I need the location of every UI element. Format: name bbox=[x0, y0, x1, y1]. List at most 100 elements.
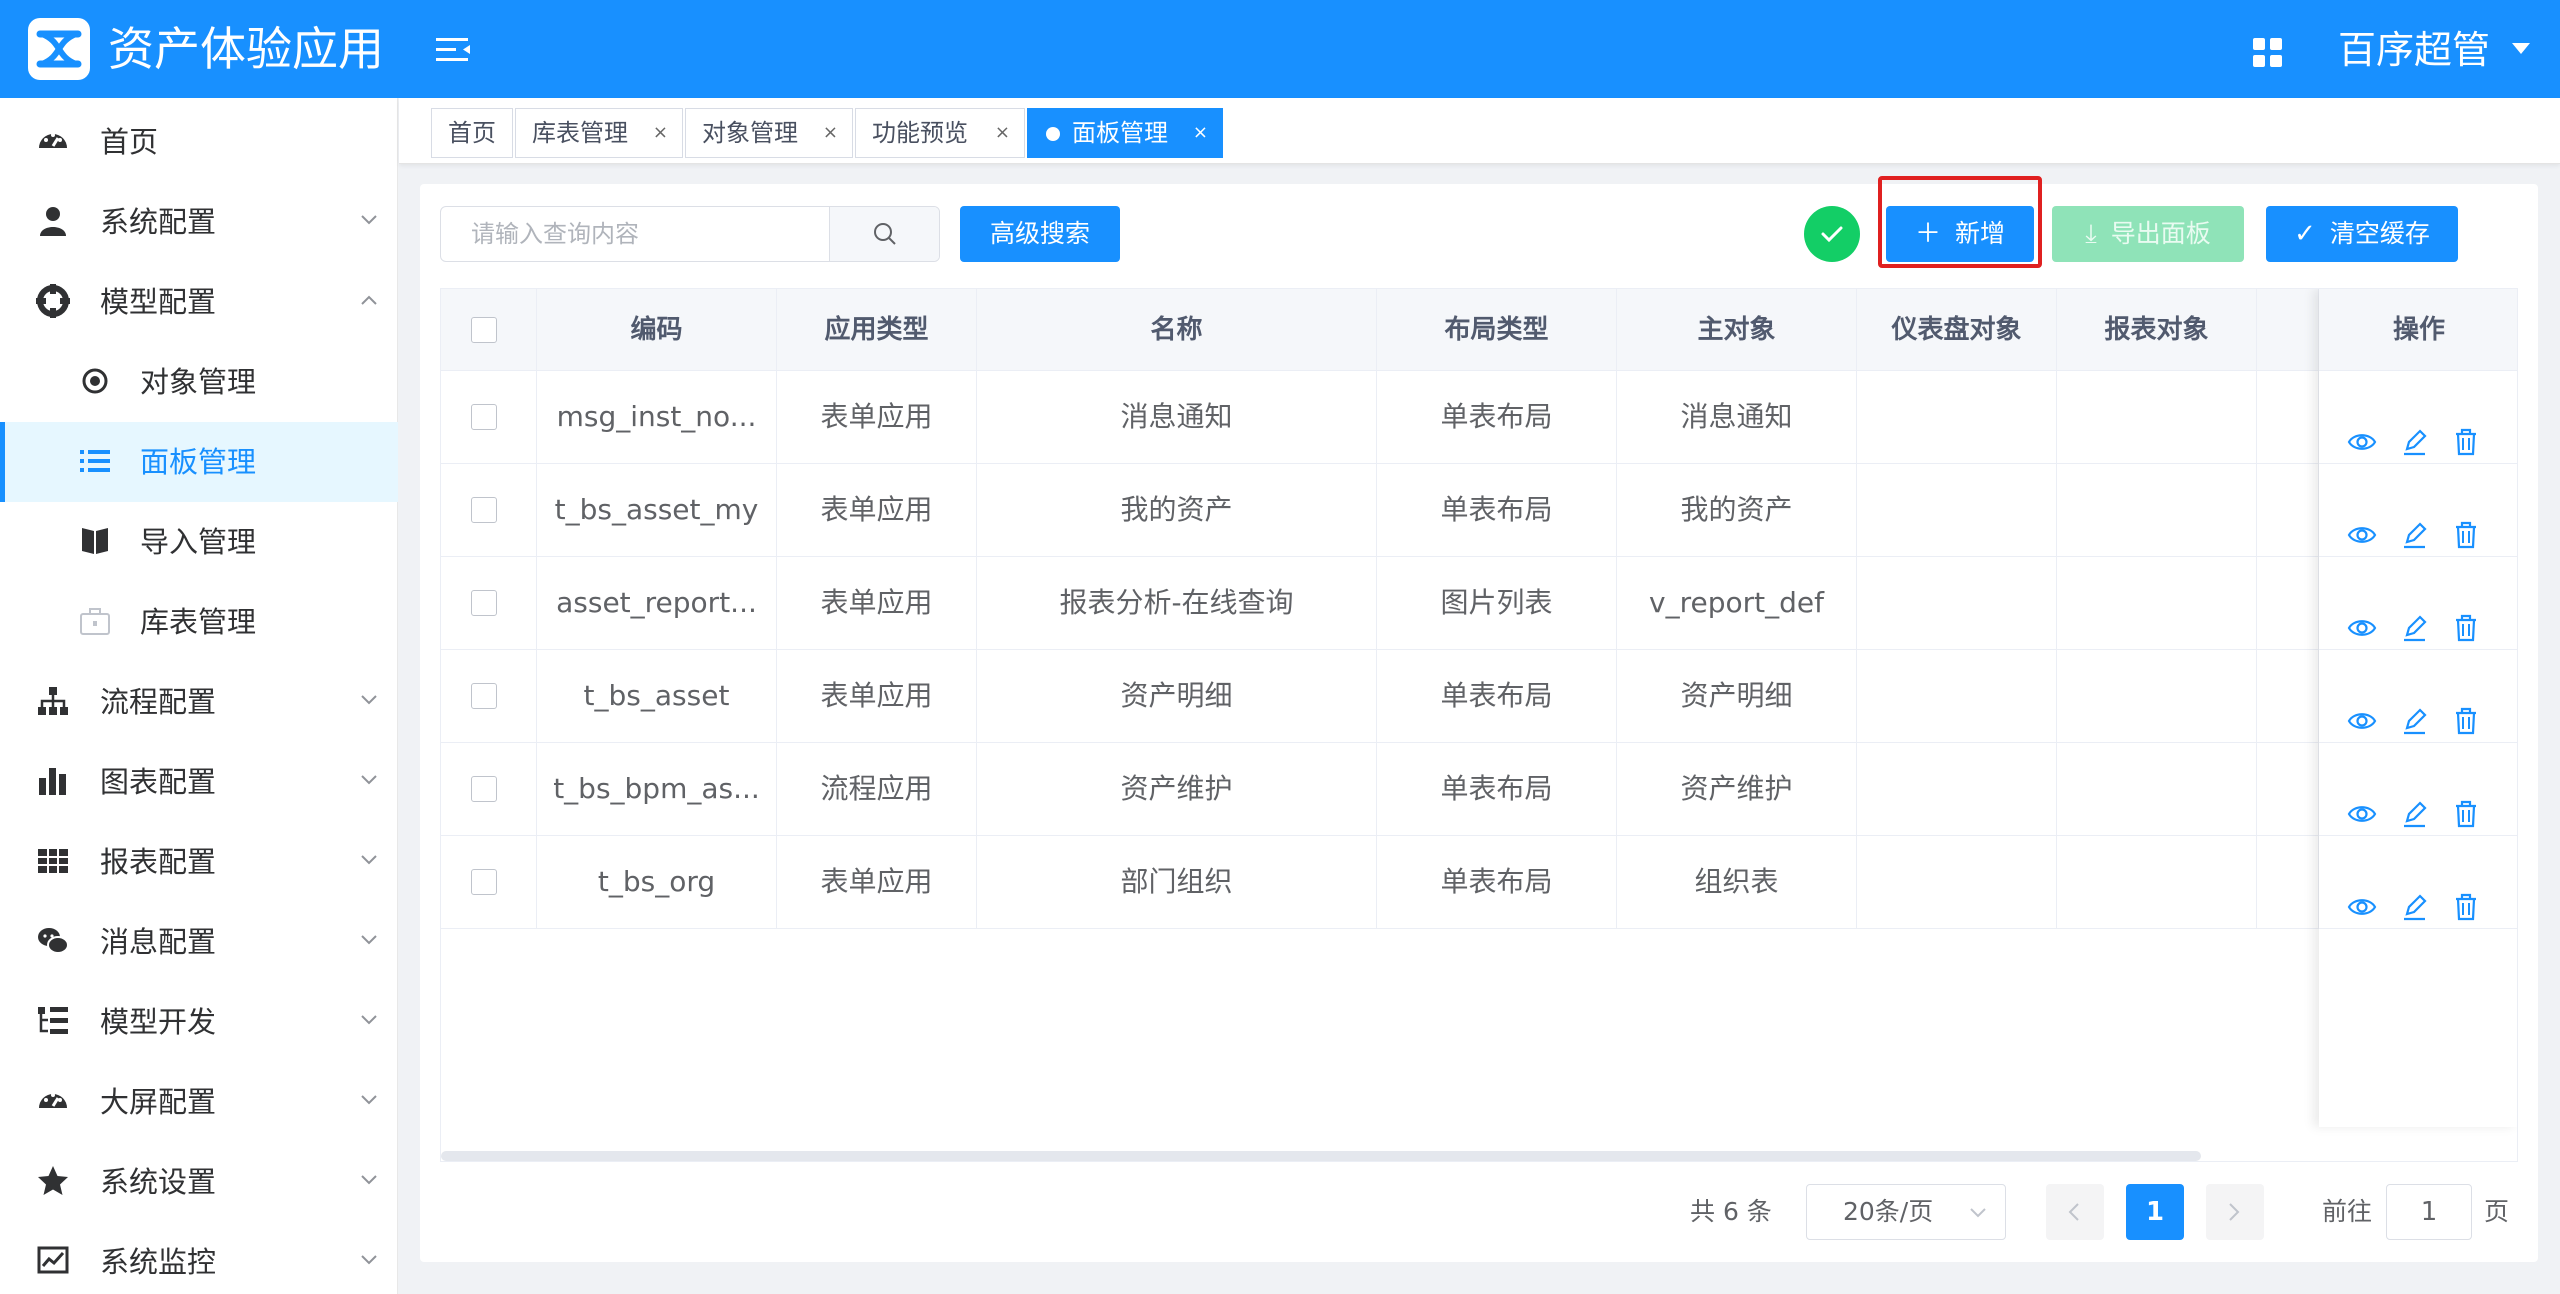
sidebar-item-system-config[interactable]: 系统配置 bbox=[0, 182, 398, 262]
chevron-down-icon bbox=[361, 855, 377, 865]
sidebar-item-model-development[interactable]: 模型开发 bbox=[0, 982, 398, 1062]
cell-report-object bbox=[2057, 371, 2257, 463]
column-header-report-object[interactable]: 报表对象 bbox=[2057, 289, 2257, 371]
column-header-dashboard-object[interactable]: 仪表盘对象 bbox=[1857, 289, 2057, 371]
delete-icon[interactable] bbox=[2451, 681, 2481, 735]
select-all-checkbox[interactable] bbox=[471, 317, 497, 343]
tab-panel-management[interactable]: 面板管理 × bbox=[1027, 108, 1223, 158]
sidebar-item-report-config[interactable]: 报表配置 bbox=[0, 822, 398, 902]
close-icon[interactable]: × bbox=[653, 109, 668, 157]
row-checkbox[interactable] bbox=[471, 404, 497, 430]
tab-object-management[interactable]: 对象管理 × bbox=[685, 108, 853, 158]
view-icon[interactable] bbox=[2347, 774, 2377, 822]
goto-page-input[interactable] bbox=[2386, 1184, 2472, 1240]
table-row[interactable]: t_bs_bpm_as... 流程应用 资产维护 单表布局 资产维护 bbox=[441, 743, 2517, 836]
cell-hidden bbox=[2257, 836, 2319, 928]
delete-icon[interactable] bbox=[2451, 774, 2481, 828]
sidebar-item-db-table-management[interactable]: 库表管理 bbox=[0, 582, 398, 662]
add-button[interactable]: ＋ 新增 bbox=[1886, 206, 2034, 262]
table-row[interactable]: asset_report... 表单应用 报表分析-在线查询 图片列表 v_report… bbox=[441, 557, 2517, 650]
radio-dot-icon bbox=[82, 368, 108, 394]
export-panel-button[interactable]: ⤓ 导出面板 bbox=[2052, 206, 2244, 262]
edit-icon[interactable] bbox=[2399, 867, 2429, 921]
sidebar-item-label: 系统设置 bbox=[100, 1165, 217, 1199]
edit-icon[interactable] bbox=[2399, 681, 2429, 735]
goto-label: 前往 bbox=[2322, 1197, 2373, 1226]
export-button-label: 导出面板 bbox=[2110, 219, 2211, 248]
delete-icon[interactable] bbox=[2451, 867, 2481, 921]
sidebar-collapse-icon[interactable] bbox=[436, 36, 472, 64]
search-box bbox=[440, 206, 940, 262]
user-menu[interactable]: 百序超管 bbox=[2338, 24, 2531, 76]
view-icon[interactable] bbox=[2347, 402, 2377, 450]
search-input[interactable] bbox=[441, 207, 829, 261]
cell-report-object bbox=[2057, 743, 2257, 835]
search-button[interactable] bbox=[829, 207, 939, 261]
sidebar-item-object-management[interactable]: 对象管理 bbox=[0, 342, 398, 422]
tab-home[interactable]: 首页 bbox=[431, 108, 513, 158]
chevron-down-icon bbox=[361, 935, 377, 945]
sidebar-item-model-config[interactable]: 模型配置 bbox=[0, 262, 398, 342]
next-page-button[interactable] bbox=[2206, 1184, 2264, 1240]
close-icon[interactable]: × bbox=[995, 109, 1010, 157]
cell-hidden bbox=[2257, 650, 2319, 742]
clear-cache-button[interactable]: ✓ 清空缓存 bbox=[2266, 206, 2458, 262]
edit-icon[interactable] bbox=[2399, 774, 2429, 828]
sidebar-item-system-monitor[interactable]: 系统监控 bbox=[0, 1222, 398, 1294]
view-icon[interactable] bbox=[2347, 588, 2377, 636]
chat-icon bbox=[38, 928, 69, 954]
app-grid-icon[interactable] bbox=[2253, 38, 2283, 68]
sidebar-item-label: 面板管理 bbox=[140, 445, 257, 479]
column-header-code[interactable]: 编码 bbox=[537, 289, 777, 371]
row-checkbox[interactable] bbox=[471, 497, 497, 523]
view-icon[interactable] bbox=[2347, 867, 2377, 915]
cell-dashboard-object bbox=[1857, 371, 2057, 463]
column-header-layout-type[interactable]: 布局类型 bbox=[1377, 289, 1617, 371]
table-row[interactable]: t_bs_org 表单应用 部门组织 单表布局 组织表 bbox=[441, 836, 2517, 929]
table-row[interactable]: t_bs_asset 表单应用 资产明细 单表布局 资产明细 bbox=[441, 650, 2517, 743]
sidebar-item-label: 对象管理 bbox=[140, 365, 257, 399]
page-number-current[interactable]: 1 bbox=[2126, 1184, 2184, 1240]
row-checkbox[interactable] bbox=[471, 590, 497, 616]
row-checkbox[interactable] bbox=[471, 869, 497, 895]
view-icon[interactable] bbox=[2347, 681, 2377, 729]
column-header-main-object[interactable]: 主对象 bbox=[1617, 289, 1857, 371]
view-icon[interactable] bbox=[2347, 495, 2377, 543]
cell-app-type: 表单应用 bbox=[777, 557, 977, 649]
tab-db-table-management[interactable]: 库表管理 × bbox=[515, 108, 683, 158]
row-checkbox[interactable] bbox=[471, 683, 497, 709]
close-icon[interactable]: × bbox=[1193, 109, 1208, 157]
sidebar-item-import-management[interactable]: 导入管理 bbox=[0, 502, 398, 582]
clear-cache-label: 清空缓存 bbox=[2329, 219, 2430, 248]
close-icon[interactable]: × bbox=[823, 109, 838, 157]
delete-icon[interactable] bbox=[2451, 588, 2481, 642]
edit-icon[interactable] bbox=[2399, 402, 2429, 456]
sidebar-item-panel-management[interactable]: 面板管理 bbox=[0, 422, 398, 502]
advanced-search-button[interactable]: 高级搜索 bbox=[960, 206, 1120, 262]
horizontal-scrollbar[interactable] bbox=[441, 1151, 2201, 1161]
page-size-select[interactable]: 20条/页 bbox=[1806, 1184, 2006, 1240]
tab-feature-preview[interactable]: 功能预览 × bbox=[855, 108, 1025, 158]
cell-app-type: 表单应用 bbox=[777, 836, 977, 928]
delete-icon[interactable] bbox=[2451, 495, 2481, 549]
edit-icon[interactable] bbox=[2399, 588, 2429, 642]
table-row[interactable]: msg_inst_no... 表单应用 消息通知 单表布局 消息通知 bbox=[441, 371, 2517, 464]
table-row[interactable]: t_bs_asset_my 表单应用 我的资产 单表布局 我的资产 bbox=[441, 464, 2517, 557]
status-check-button[interactable] bbox=[1804, 206, 1860, 262]
column-header-name[interactable]: 名称 bbox=[977, 289, 1377, 371]
tree-list-icon bbox=[38, 1007, 68, 1034]
sidebar-item-message-config[interactable]: 消息配置 bbox=[0, 902, 398, 982]
sidebar-item-chart-config[interactable]: 图表配置 bbox=[0, 742, 398, 822]
column-header-app-type[interactable]: 应用类型 bbox=[777, 289, 977, 371]
sidebar-item-system-settings[interactable]: 系统设置 bbox=[0, 1142, 398, 1222]
active-dot-icon bbox=[1046, 127, 1060, 141]
sidebar-item-home[interactable]: 首页 bbox=[0, 102, 398, 182]
row-checkbox[interactable] bbox=[471, 776, 497, 802]
delete-icon[interactable] bbox=[2451, 402, 2481, 456]
chevron-right-icon bbox=[2229, 1203, 2240, 1221]
prev-page-button[interactable] bbox=[2046, 1184, 2104, 1240]
edit-icon[interactable] bbox=[2399, 495, 2429, 549]
sidebar-item-process-config[interactable]: 流程配置 bbox=[0, 662, 398, 742]
sidebar-item-big-screen-config[interactable]: 大屏配置 bbox=[0, 1062, 398, 1142]
row-select-cell bbox=[441, 557, 537, 649]
